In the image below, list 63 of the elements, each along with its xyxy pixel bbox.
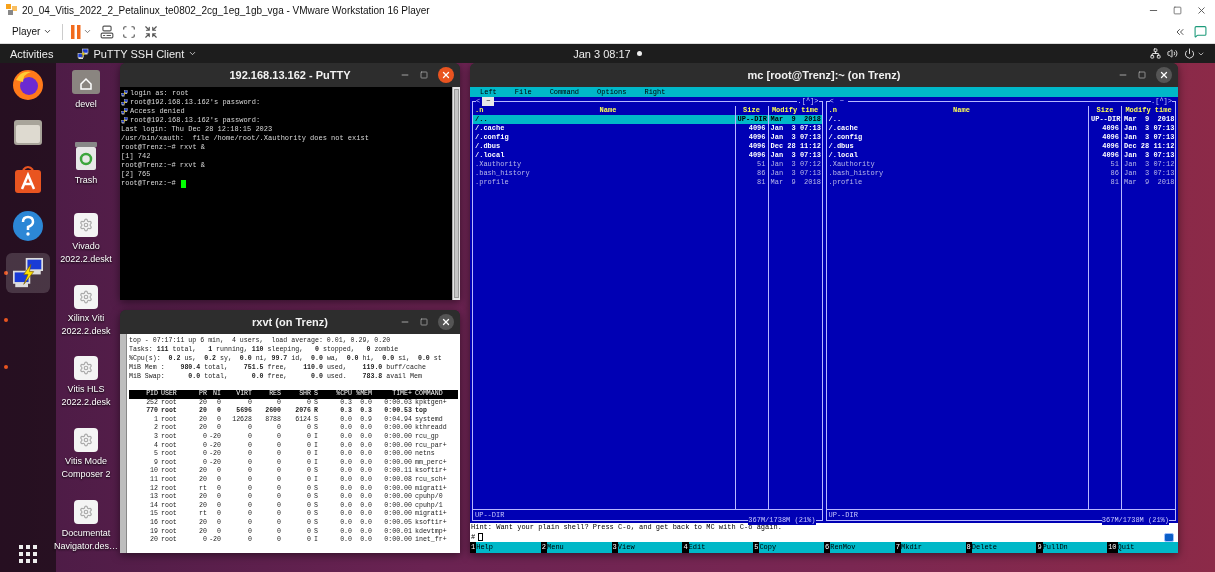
window-title: 192.168.13.162 - PuTTY xyxy=(229,69,351,81)
networked-computers-icon xyxy=(121,99,128,106)
browser-icon xyxy=(11,68,45,102)
close-icon xyxy=(441,317,451,327)
computer-icon[interactable] xyxy=(100,24,115,39)
window-icon xyxy=(1164,532,1174,542)
icon-label: Xilinx Viti 2022.2.desk xyxy=(61,311,111,338)
launcher-icon xyxy=(74,284,98,309)
close-icon xyxy=(1159,70,1169,80)
maximize-icon[interactable] xyxy=(420,71,428,79)
networked-computers-icon xyxy=(121,117,128,124)
icon-label: devel xyxy=(75,98,97,111)
clock-button[interactable]: Jan 3 08:17 xyxy=(573,47,642,60)
app-logo-icon xyxy=(6,4,18,16)
close-button[interactable] xyxy=(438,67,454,83)
networked-computers-icon xyxy=(121,108,128,115)
trash-icon xyxy=(74,140,98,171)
window-title: rxvt (on Trenz) xyxy=(252,316,328,328)
activities-button[interactable]: Activities xyxy=(10,47,54,60)
shrink-icon[interactable] xyxy=(144,24,159,39)
dock-item[interactable] xyxy=(6,253,50,293)
networked-computers-icon xyxy=(11,256,45,290)
icon-label: Vivado 2022.2.deskt xyxy=(60,239,112,266)
caret-icon xyxy=(43,27,53,36)
notification-dot-icon xyxy=(636,51,642,56)
maximize-icon[interactable] xyxy=(1138,71,1146,79)
window-title: 20_04_Vitis_2022_2_Petalinux_te0802_2cg_1eg_1gb_vga - VMware Workstation 16 Player xyxy=(22,4,430,16)
networked-computers-icon xyxy=(77,47,90,60)
player-menu[interactable]: Player xyxy=(10,26,55,37)
home-folder-icon xyxy=(71,69,101,95)
volume-icon[interactable] xyxy=(1167,48,1178,59)
close-icon xyxy=(441,70,451,80)
help-icon xyxy=(12,210,44,242)
icon-label: Vitis HLS 2022.2.desk xyxy=(61,383,111,410)
launcher-icon xyxy=(74,428,98,453)
caret-icon xyxy=(188,49,198,58)
pause-icon[interactable] xyxy=(71,24,82,39)
message-icon[interactable] xyxy=(1194,25,1207,38)
close-button[interactable] xyxy=(1156,67,1172,83)
launcher-icon xyxy=(74,212,98,237)
fullscreen-icon[interactable] xyxy=(122,24,137,39)
app-grid-button[interactable] xyxy=(19,545,37,566)
launcher-icon xyxy=(74,500,98,525)
close-icon[interactable] xyxy=(1196,4,1207,16)
shopping-bag-icon xyxy=(14,164,42,194)
scrollbar[interactable] xyxy=(452,87,460,300)
scrollbar[interactable] xyxy=(120,334,127,553)
caret-icon[interactable] xyxy=(83,27,93,36)
networked-computers-icon xyxy=(121,90,128,97)
network-icon[interactable] xyxy=(1150,48,1161,59)
folder-icon xyxy=(13,118,43,146)
app-menu[interactable]: PuTTY SSH Client xyxy=(77,47,198,60)
close-button[interactable] xyxy=(438,314,454,330)
maximize-icon[interactable] xyxy=(1173,5,1182,15)
icon-label: Trash xyxy=(74,173,98,187)
power-icon[interactable] xyxy=(1184,48,1205,59)
launcher-icon xyxy=(74,356,98,381)
icon-label: Vitis Mode Composer 2 xyxy=(61,455,111,482)
command-input[interactable] xyxy=(478,533,484,541)
window-title: mc [root@Trenz]:~ (on Trenz) xyxy=(747,69,901,81)
icon-label: Documentat Navigator.des… xyxy=(54,527,119,554)
maximize-icon[interactable] xyxy=(420,318,428,326)
cursor xyxy=(180,179,186,188)
